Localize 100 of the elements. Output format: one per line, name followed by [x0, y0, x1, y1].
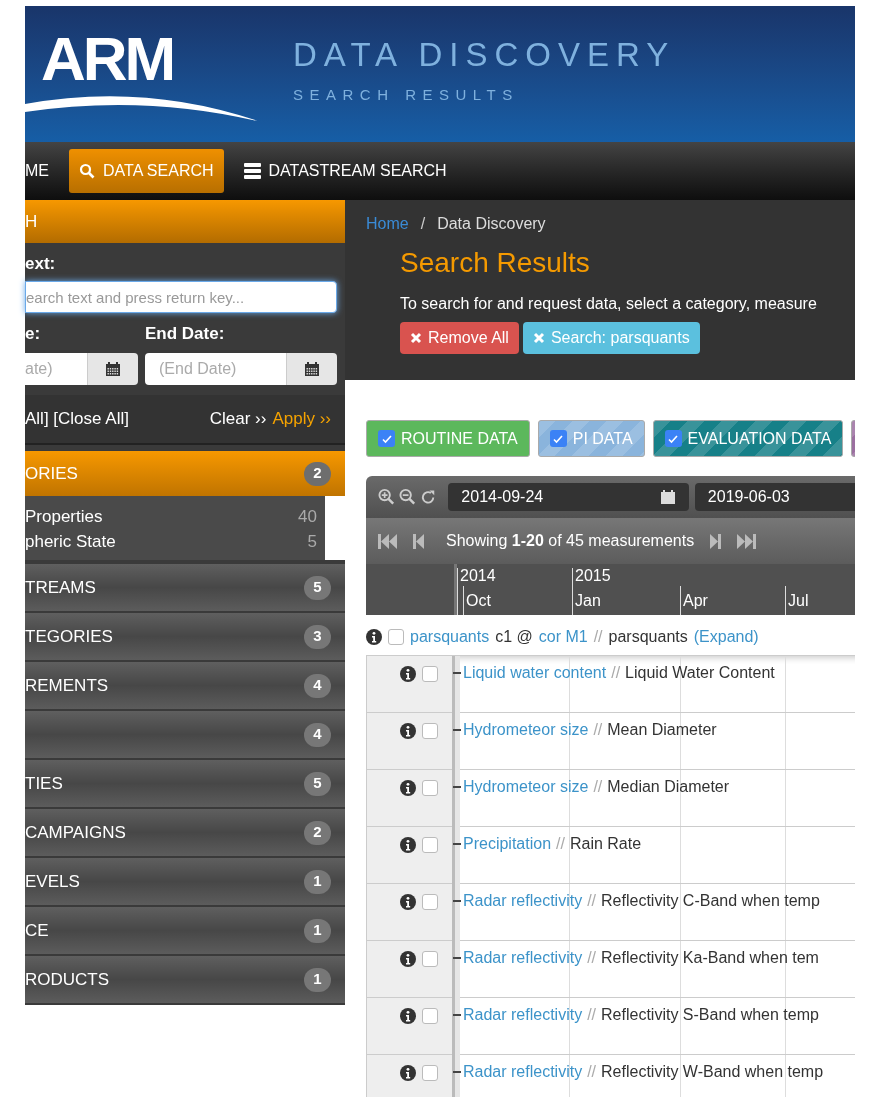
checkbox[interactable] — [422, 951, 438, 967]
measurement-link[interactable]: Precipitation — [463, 832, 552, 856]
month-label: Apr — [680, 586, 708, 615]
last-page-icon[interactable] — [737, 533, 757, 549]
count-badge: 2 — [304, 461, 331, 486]
month-label: Jan — [572, 586, 601, 615]
date-field[interactable]: 2014-09-24 — [448, 483, 689, 511]
clear-link[interactable]: Clear ›› — [209, 406, 267, 432]
info-icon[interactable] — [400, 837, 416, 853]
checkbox[interactable] — [422, 894, 438, 910]
separator-text: // — [587, 891, 597, 911]
facet-header[interactable]: CAMPAIGNS 2 — [25, 809, 345, 856]
facet-title: TEGORIES — [25, 625, 113, 648]
checkbox[interactable] — [422, 837, 438, 853]
measurement-link[interactable]: Liquid water content — [463, 661, 607, 685]
month-label: Jul — [785, 586, 809, 615]
checkbox[interactable] — [549, 430, 567, 447]
count-badge: 1 — [304, 869, 331, 894]
facet-header[interactable]: RODUCTS 1 — [25, 956, 345, 1003]
option-count: 5 — [307, 531, 317, 553]
facet-header[interactable]: TIES 5 — [25, 760, 345, 807]
separator-text: // — [556, 834, 565, 854]
measurement-link[interactable]: Hydrometeor size — [463, 775, 589, 799]
facet-header[interactable]: ORIES 2 — [25, 451, 345, 496]
facet-header[interactable]: TREAMS 5 — [25, 564, 345, 611]
info-icon[interactable] — [400, 894, 416, 910]
checkbox[interactable] — [388, 629, 404, 645]
banner-subtitle: SEARCH RESULTS — [293, 87, 520, 102]
count-badge: 4 — [304, 673, 331, 698]
info-icon[interactable] — [400, 1065, 416, 1081]
facet-header[interactable]: EVELS 1 — [25, 858, 345, 905]
checkbox[interactable] — [378, 430, 395, 447]
option-label: pheric State — [25, 531, 116, 553]
nav-item[interactable]: DATA SEARCH — [69, 149, 224, 193]
info-icon[interactable] — [366, 629, 382, 645]
first-page-icon[interactable] — [378, 533, 397, 549]
toggle-links[interactable]: All] [Close All] — [25, 406, 129, 432]
zoom-out-icon[interactable] — [399, 488, 417, 506]
checkbox[interactable] — [664, 430, 682, 447]
date-field[interactable]: (End Date) — [145, 353, 286, 385]
apply-link[interactable]: Apply ›› — [272, 406, 331, 432]
description-text: To search for and request data, select a category, measure — [400, 294, 818, 314]
next-page-icon[interactable] — [710, 533, 722, 549]
facet-header[interactable]: REMENTS 4 — [25, 662, 345, 709]
info-icon[interactable] — [400, 723, 416, 739]
facet-header[interactable]: TEGORIES 3 — [25, 613, 345, 660]
facet-title: RODUCTS — [25, 968, 110, 991]
measurement-description: Reflectivity W-Band when temp — [601, 1062, 824, 1082]
count-badge: 1 — [304, 967, 331, 992]
previous-page-icon[interactable] — [413, 533, 424, 549]
date-field[interactable]: ate) — [25, 353, 87, 385]
datastream-link[interactable]: parsquants — [410, 625, 490, 649]
search-field[interactable]: earch text and press return key... — [25, 281, 337, 313]
info-icon[interactable] — [400, 780, 416, 796]
count-badge: 4 — [304, 722, 331, 747]
info-icon[interactable] — [400, 951, 416, 967]
datastream-text: c1 @ — [495, 627, 533, 647]
data-type-toggle[interactable]: ROUTINE DATA — [366, 420, 530, 457]
separator-text: // — [587, 948, 597, 968]
facet-header[interactable]: 4 — [25, 711, 345, 758]
data-type-toggle[interactable]: EVALUATION DATA — [652, 420, 844, 457]
measurement-link[interactable]: Radar reflectivity — [463, 946, 583, 970]
separator-text: // — [593, 777, 603, 797]
filter-tag[interactable]: Remove All — [400, 322, 519, 354]
count-badge: 5 — [304, 771, 331, 796]
checkbox[interactable] — [422, 723, 438, 739]
measurement-description: Rain Rate — [569, 834, 642, 854]
facet-option[interactable]: pheric State 5 — [25, 529, 317, 554]
option-label: Properties — [25, 506, 103, 528]
measurement-description: Reflectivity Ka-Band when tem — [601, 948, 819, 968]
datastream-link[interactable]: cor M1 — [538, 625, 588, 649]
measurement-description: Mean Diameter — [607, 720, 717, 740]
search-icon — [79, 163, 95, 179]
checkbox[interactable] — [422, 780, 438, 796]
measurement-description: Liquid Water Content — [625, 663, 775, 683]
measurement-link[interactable]: Radar reflectivity — [463, 1003, 583, 1027]
zoom-in-icon[interactable] — [378, 488, 396, 506]
facet-option[interactable]: Properties 40 — [25, 504, 317, 529]
breadcrumb-link[interactable]: Home — [366, 212, 409, 236]
calendar-button[interactable] — [286, 353, 337, 385]
count-badge: 1 — [304, 918, 331, 943]
refresh-icon[interactable] — [420, 488, 437, 506]
datastream-link[interactable]: (Expand) — [693, 625, 759, 649]
calendar-button[interactable] — [87, 353, 138, 385]
info-icon[interactable] — [400, 666, 416, 682]
date-field[interactable]: 2019-06-03 — [694, 483, 855, 511]
measurement-link[interactable]: Radar reflectivity — [463, 889, 583, 913]
nav-item[interactable]: ME — [25, 149, 49, 193]
checkbox[interactable] — [422, 1065, 438, 1081]
measurement-link[interactable]: Radar reflectivity — [463, 1060, 583, 1084]
checkbox[interactable] — [422, 666, 438, 682]
facet-header[interactable]: CE 1 — [25, 907, 345, 954]
checkbox[interactable] — [422, 1008, 438, 1024]
measurement-description: Reflectivity C-Band when temp — [601, 891, 820, 911]
info-icon[interactable] — [400, 1008, 416, 1024]
scrollbar[interactable] — [325, 496, 345, 560]
nav-item[interactable]: DATASTREAM SEARCH — [243, 149, 447, 193]
datastream-text: parsquants — [608, 627, 688, 647]
measurement-link[interactable]: Hydrometeor size — [463, 718, 589, 742]
close-icon — [410, 332, 422, 344]
